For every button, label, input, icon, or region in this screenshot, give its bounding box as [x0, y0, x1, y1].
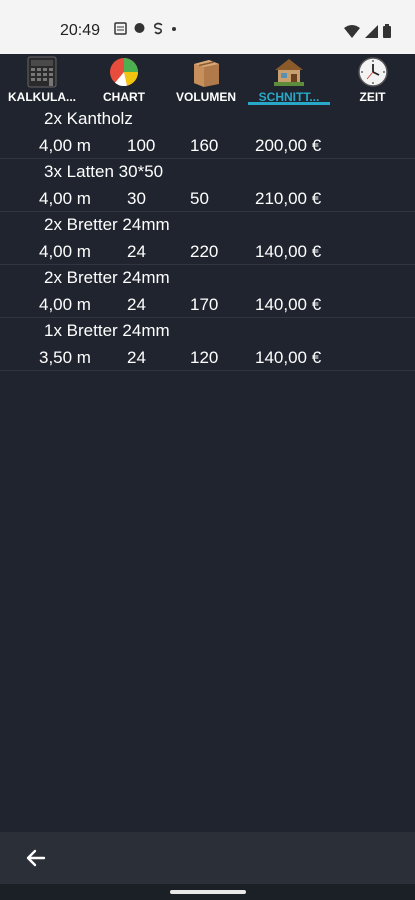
item-dimension-a: 100	[127, 136, 156, 155]
house-icon	[274, 59, 304, 86]
wifi-icon	[344, 24, 360, 43]
list-item[interactable]: 2x Bretter 24mm 4,00 m 24 220 140,00 €	[0, 212, 415, 265]
item-dimension-a: 24	[127, 295, 146, 314]
battery-icon	[383, 24, 391, 43]
tab-chart[interactable]: CHART	[84, 54, 164, 106]
item-title: 1x Bretter 24mm	[44, 321, 170, 340]
item-title: 3x Latten 30*50	[44, 162, 164, 181]
back-button[interactable]	[24, 846, 48, 870]
tab-zeit[interactable]: ZEIT	[330, 54, 415, 106]
calculator-icon	[27, 56, 57, 88]
bottom-bar	[0, 832, 415, 884]
item-dimension-a: 24	[127, 242, 146, 261]
clock-icon	[357, 57, 388, 87]
item-price: 200,00 €	[255, 136, 322, 155]
wood-list: 2x Kantholz 4,00 m 100 160 200,00 € 3x L…	[0, 106, 415, 371]
item-title: 2x Bretter 24mm	[44, 268, 170, 287]
item-dimension-a: 30	[127, 189, 146, 208]
item-dimension-b: 120	[190, 348, 219, 367]
item-length: 4,00 m	[39, 242, 91, 261]
tab-zeit-label: ZEIT	[359, 90, 386, 104]
item-price: 140,00 €	[255, 295, 322, 314]
tab-bar: KALKULA... CHART VOLUMEN SCHNITT... ZEIT	[0, 54, 415, 106]
item-title: 2x Kantholz	[44, 109, 133, 128]
pie-chart-icon	[110, 58, 139, 87]
item-dimension-b: 160	[190, 136, 219, 155]
list-item[interactable]: 1x Bretter 24mm 3,50 m 24 120 140,00 €	[0, 318, 415, 371]
item-price: 210,00 €	[255, 189, 322, 208]
status-bar: 20:49	[0, 0, 415, 54]
box-icon	[194, 60, 219, 87]
s-icon	[152, 22, 165, 38]
tab-kalkulator-label: KALKULA...	[8, 90, 76, 104]
tab-chart-label: CHART	[103, 90, 145, 104]
item-dimension-b: 170	[190, 295, 219, 314]
tab-schnittholz[interactable]: SCHNITT...	[248, 54, 330, 106]
item-length: 3,50 m	[39, 348, 91, 367]
item-length: 4,00 m	[39, 189, 91, 208]
item-dimension-a: 24	[127, 348, 146, 367]
item-dimension-b: 220	[190, 242, 219, 261]
notification-icons	[114, 22, 177, 38]
item-price: 140,00 €	[255, 348, 322, 367]
tab-kalkulator[interactable]: KALKULA...	[0, 54, 84, 106]
item-length: 4,00 m	[39, 295, 91, 314]
active-tab-indicator	[248, 102, 330, 105]
tab-volumen-label: VOLUMEN	[176, 90, 236, 104]
back-arrow-icon	[26, 849, 46, 867]
news-icon	[114, 22, 127, 38]
dot-icon	[171, 22, 177, 38]
list-item[interactable]: 2x Kantholz 4,00 m 100 160 200,00 €	[0, 106, 415, 159]
tab-volumen[interactable]: VOLUMEN	[164, 54, 248, 106]
home-gesture-handle[interactable]	[170, 890, 246, 894]
signal-icon	[365, 24, 378, 43]
status-time: 20:49	[60, 22, 101, 39]
chat-icon	[133, 22, 146, 38]
item-title: 2x Bretter 24mm	[44, 215, 170, 234]
system-icons	[344, 24, 391, 43]
list-item[interactable]: 3x Latten 30*50 4,00 m 30 50 210,00 €	[0, 159, 415, 212]
item-price: 140,00 €	[255, 242, 322, 261]
item-dimension-b: 50	[190, 189, 209, 208]
list-item[interactable]: 2x Bretter 24mm 4,00 m 24 170 140,00 €	[0, 265, 415, 318]
item-length: 4,00 m	[39, 136, 91, 155]
